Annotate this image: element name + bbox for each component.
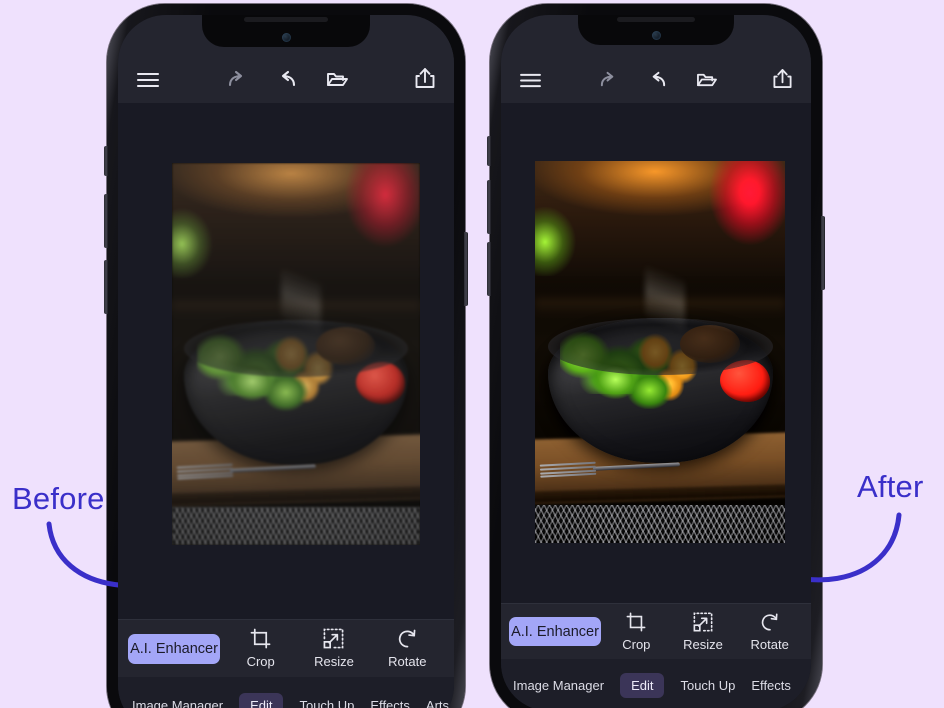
ai-enhancer-button[interactable]: A.I. Enhancer [509,617,601,646]
hamburger-menu-icon[interactable] [136,71,160,89]
edit-tools-row: A.I. Enhancer Crop Resize Rotate [118,619,454,677]
phone-mockup-before: A.I. Enhancer Crop Resize Rotate Image M… [104,4,468,708]
phone-mute-switch[interactable] [487,136,491,166]
tab-edit[interactable]: Edit [620,672,665,698]
tab-touch-up[interactable]: Touch Up [299,693,354,708]
folder-open-icon[interactable] [695,70,718,89]
rotate-tool-button[interactable]: Rotate [371,628,444,669]
phone-screen-before: A.I. Enhancer Crop Resize Rotate Image M… [118,15,454,708]
phone-volume-up-button[interactable] [104,194,108,248]
share-export-icon[interactable] [772,68,793,89]
phone-mute-switch[interactable] [104,146,108,176]
rotate-clockwise-icon [760,612,780,632]
crop-tool-button[interactable]: Crop [603,612,670,652]
hamburger-menu-icon[interactable] [519,72,542,89]
resize-icon [323,628,344,649]
resize-tool-label: Resize [314,654,354,669]
earpiece-speaker [617,17,695,22]
rotate-clockwise-icon [397,628,418,649]
tab-arts[interactable]: Arts [426,693,449,708]
food-photo-canvas-after[interactable] [535,161,785,543]
phone-mockup-after: A.I. Enhancer Crop Resize Rotate Image M… [487,4,825,708]
tab-image-manager[interactable]: Image Manager [132,693,223,708]
rotate-tool-label: Rotate [750,636,789,652]
tab-arts[interactable]: Arts [807,673,811,698]
crop-tool-label: Crop [246,654,275,669]
edit-tools-row: A.I. Enhancer Crop Resize Rotate [501,603,811,659]
crop-tool-button[interactable]: Crop [224,628,297,669]
front-camera-icon [651,31,661,40]
phone-power-button[interactable] [821,216,825,290]
section-tab-bar: Image Manager Edit Touch Up Effects Arts [118,677,454,708]
tab-effects[interactable]: Effects [370,693,410,708]
tab-image-manager[interactable]: Image Manager [513,673,604,698]
tab-touch-up[interactable]: Touch Up [680,673,735,698]
phone-power-button[interactable] [464,232,468,306]
phone-volume-down-button[interactable] [487,242,491,296]
redo-icon[interactable] [275,69,299,89]
phone-volume-down-button[interactable] [104,260,108,314]
rotate-tool-label: Rotate [388,654,427,669]
tab-effects[interactable]: Effects [751,673,791,698]
tab-edit[interactable]: Edit [239,692,284,708]
resize-icon [693,612,713,632]
before-label: Before [12,481,105,516]
ai-enhancer-button[interactable]: A.I. Enhancer [128,633,220,664]
phone-volume-up-button[interactable] [487,180,491,234]
resize-tool-button[interactable]: Resize [670,612,737,652]
crop-tool-label: Crop [622,636,651,652]
redo-icon[interactable] [646,70,669,89]
crop-icon [250,628,271,649]
share-export-icon[interactable] [414,67,436,89]
earpiece-speaker [244,17,328,22]
food-photo-canvas-before[interactable] [172,163,420,545]
resize-tool-label: Resize [683,636,723,652]
after-label: After [857,469,924,504]
undo-icon[interactable] [597,70,620,89]
front-camera-icon [281,33,291,42]
phone-screen-after: A.I. Enhancer Crop Resize Rotate Image M… [501,15,811,708]
crop-icon [626,612,646,632]
section-tab-bar: Image Manager Edit Touch Up Effects Arts [501,659,811,708]
resize-tool-button[interactable]: Resize [297,628,370,669]
undo-icon[interactable] [225,69,249,89]
folder-open-icon[interactable] [325,69,349,89]
rotate-tool-button[interactable]: Rotate [736,612,803,652]
